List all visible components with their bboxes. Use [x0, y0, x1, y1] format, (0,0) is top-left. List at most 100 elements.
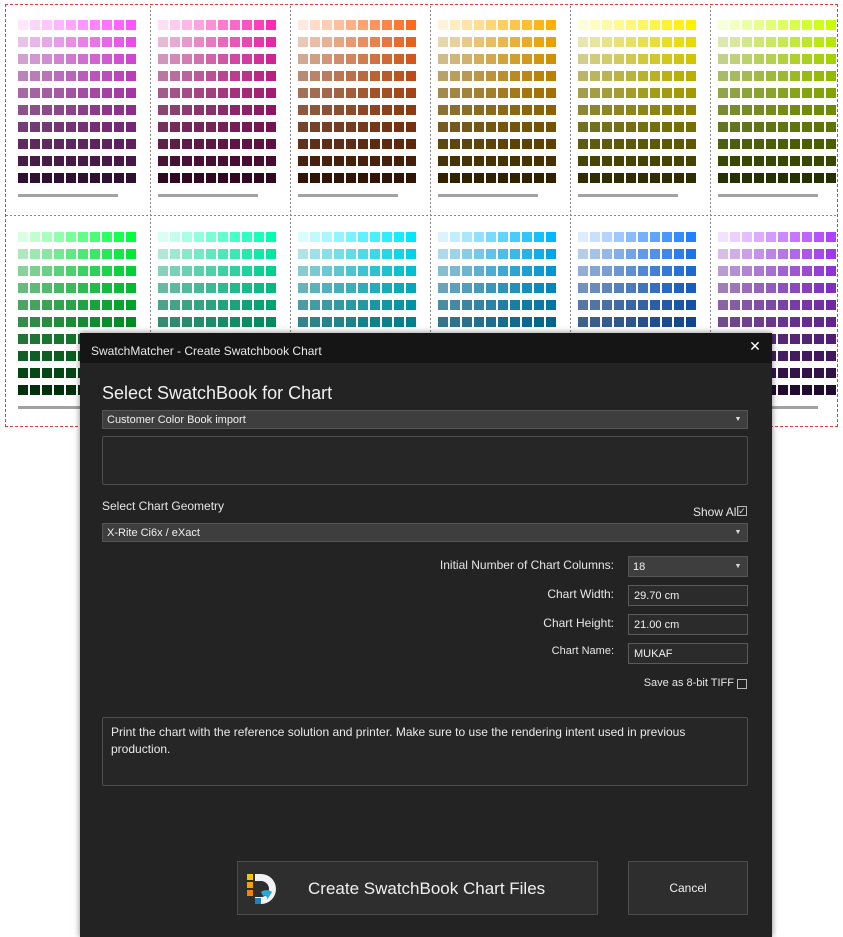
create-swatchbook-dialog: SwatchMatcher - Create Swatchbook Chart … [80, 333, 772, 937]
swatch [650, 232, 660, 242]
swatch [486, 173, 496, 183]
swatch [358, 232, 368, 242]
swatch [254, 122, 264, 132]
tiff-checkbox[interactable] [737, 679, 747, 689]
swatch [486, 249, 496, 259]
swatch [194, 283, 204, 293]
swatch [54, 71, 64, 81]
swatch [778, 54, 788, 64]
swatch [218, 88, 228, 98]
swatch [602, 173, 612, 183]
swatch [18, 232, 28, 242]
swatch [602, 88, 612, 98]
swatch [498, 105, 508, 115]
swatch [310, 232, 320, 242]
swatch [30, 334, 40, 344]
swatch [522, 156, 532, 166]
swatch [578, 54, 588, 64]
swatch [18, 20, 28, 30]
swatch [450, 54, 460, 64]
swatch [814, 105, 824, 115]
title-bar[interactable]: SwatchMatcher - Create Swatchbook Chart … [80, 333, 772, 363]
chart-name-input[interactable]: MUKAF [628, 643, 748, 664]
swatch [194, 20, 204, 30]
swatch [370, 300, 380, 310]
swatch [802, 156, 812, 166]
swatch [638, 156, 648, 166]
swatch [54, 351, 64, 361]
swatch [334, 105, 344, 115]
swatch [218, 283, 228, 293]
swatch [242, 139, 252, 149]
swatch [754, 266, 764, 276]
swatch [602, 105, 612, 115]
swatch [194, 122, 204, 132]
swatch [590, 37, 600, 47]
swatch [626, 317, 636, 327]
swatch [590, 300, 600, 310]
swatch [66, 139, 76, 149]
swatch [182, 156, 192, 166]
swatch [742, 300, 752, 310]
swatch [266, 249, 276, 259]
swatch [194, 105, 204, 115]
swatchbook-select[interactable]: Customer Color Book import ▼ [102, 410, 748, 429]
swatch [730, 37, 740, 47]
swatch [158, 173, 168, 183]
swatch [322, 232, 332, 242]
swatch [310, 249, 320, 259]
swatch [546, 88, 556, 98]
cancel-button[interactable]: Cancel [628, 861, 748, 915]
swatch [718, 173, 728, 183]
swatch [102, 105, 112, 115]
swatch [650, 20, 660, 30]
swatch [90, 71, 100, 81]
swatch [406, 88, 416, 98]
swatch [510, 20, 520, 30]
swatch [170, 105, 180, 115]
swatch [450, 88, 460, 98]
swatch [534, 232, 544, 242]
columns-select[interactable]: 18 ▼ [628, 556, 748, 577]
swatch [602, 122, 612, 132]
swatch [662, 173, 672, 183]
swatch [218, 232, 228, 242]
swatch [126, 139, 136, 149]
chart-width-input[interactable]: 29.70 cm [628, 585, 748, 606]
swatch [686, 88, 696, 98]
swatch [126, 105, 136, 115]
window-title: SwatchMatcher - Create Swatchbook Chart [91, 344, 322, 358]
chart-height-input[interactable]: 21.00 cm [628, 614, 748, 635]
swatch [814, 71, 824, 81]
swatch [438, 20, 448, 30]
create-chart-button[interactable]: Create SwatchBook Chart Files [237, 861, 598, 915]
close-icon[interactable]: ✕ [744, 336, 766, 356]
swatch [662, 122, 672, 132]
swatch [778, 334, 788, 344]
swatch [578, 20, 588, 30]
swatch [90, 266, 100, 276]
block-caption [18, 194, 118, 197]
swatch [522, 88, 532, 98]
swatch [534, 88, 544, 98]
swatch [358, 173, 368, 183]
swatch [790, 54, 800, 64]
swatch [30, 173, 40, 183]
swatch [534, 54, 544, 64]
swatch [66, 368, 76, 378]
geometry-select[interactable]: X-Rite Ci6x / eXact ▼ [102, 523, 748, 542]
swatch [266, 122, 276, 132]
swatch [590, 266, 600, 276]
swatch [510, 173, 520, 183]
swatch [78, 300, 88, 310]
show-all-checkbox[interactable]: ✓ [737, 506, 747, 516]
swatch [18, 368, 28, 378]
swatch [438, 283, 448, 293]
swatch [790, 385, 800, 395]
swatch [578, 139, 588, 149]
swatch [310, 20, 320, 30]
swatch [718, 71, 728, 81]
swatch [66, 300, 76, 310]
swatch [778, 351, 788, 361]
swatch [126, 283, 136, 293]
